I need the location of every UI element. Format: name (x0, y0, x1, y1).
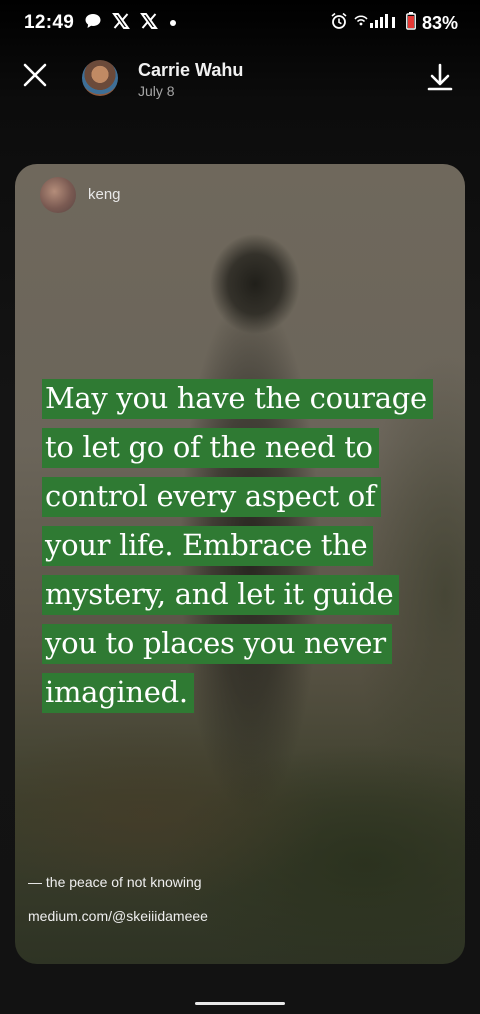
battery-percentage: 83% (421, 13, 458, 33)
chat-bubble-icon (84, 12, 102, 35)
status-bar: 12:49 83% (0, 0, 480, 46)
card-username[interactable]: keng (88, 186, 121, 203)
quote-line: mystery, and let it guide (42, 570, 442, 619)
quote-source: — the peace of not knowing (28, 874, 202, 890)
source-link[interactable]: medium.com/@skeiiidameee (28, 908, 208, 924)
quote-line: control every aspect of (42, 472, 442, 521)
close-button[interactable] (18, 60, 52, 94)
quote-line: May you have the courage (42, 374, 442, 423)
close-icon (22, 62, 48, 93)
quote-line: to let go of the need to (42, 423, 442, 472)
dot-icon (168, 15, 178, 33)
owner-name[interactable]: Carrie Wahu (138, 60, 243, 81)
alarm-icon (330, 12, 348, 35)
wifi-signal-icon (354, 13, 400, 34)
post-date: July 8 (138, 83, 175, 99)
owner-avatar[interactable] (82, 60, 118, 96)
shared-quote-card[interactable]: keng May you have the courage to let go … (15, 164, 465, 964)
quote-line: imagined. (42, 668, 442, 717)
download-icon (426, 62, 454, 97)
x-logo-icon (112, 12, 130, 35)
story-viewer: 12:49 83% Carrie Wahu July 8 keng May yo… (0, 0, 480, 1014)
home-indicator[interactable] (195, 1002, 285, 1005)
download-button[interactable] (424, 62, 456, 96)
quote-line: you to places you never (42, 619, 442, 668)
card-user-avatar[interactable] (40, 177, 76, 213)
quote-text: May you have the courage to let go of th… (42, 374, 442, 717)
battery-icon (406, 12, 416, 35)
status-time: 12:49 (24, 12, 75, 33)
x-logo-icon (140, 12, 158, 35)
quote-line: your life. Embrace the (42, 521, 442, 570)
